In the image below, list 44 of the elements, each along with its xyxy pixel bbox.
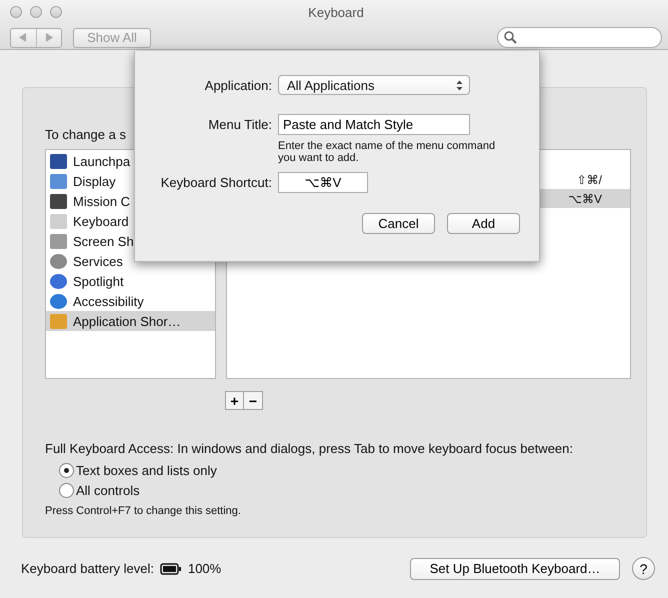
help-button[interactable]: ? [632, 557, 655, 580]
add-button[interactable]: Add [447, 213, 520, 234]
add-button[interactable]: + [225, 391, 244, 410]
search-field[interactable] [497, 27, 662, 48]
category-item[interactable]: Accessibility [46, 291, 215, 311]
search-icon [504, 31, 517, 44]
window-control-button[interactable] [30, 6, 42, 18]
app-icon [50, 294, 67, 308]
app-icon [50, 194, 67, 208]
radio-option[interactable]: All controls [59, 480, 140, 500]
app-icon [50, 234, 67, 248]
field-label: Application: [204, 78, 272, 92]
battery-label: Keyboard battery level: [21, 561, 154, 576]
field-label: Keyboard Shortcut: [160, 175, 272, 190]
field-hint: Enter the exact name of the menu command you want to add. [278, 140, 496, 164]
field-label: Menu Title: [207, 117, 272, 132]
app-icon [50, 214, 67, 228]
window-control-button[interactable] [50, 6, 62, 18]
hint-text: Press Control+F7 to change this setting. [45, 505, 241, 517]
menu-title-field[interactable]: Paste and Match Style [278, 114, 470, 135]
window-control-button[interactable] [10, 6, 22, 18]
category-item[interactable]: Application Shor… [46, 311, 215, 331]
app-icon [50, 174, 67, 188]
shortcut-field[interactable]: ⌥⌘V [278, 172, 368, 193]
remove-button[interactable]: − [244, 391, 263, 410]
app-icon [50, 254, 67, 268]
stepper-arrows-icon [456, 80, 463, 90]
radio-button[interactable] [59, 482, 74, 498]
app-icon [50, 274, 67, 288]
category-item[interactable]: Spotlight [46, 271, 215, 291]
instruction-text: To change a s [45, 127, 126, 142]
keyboard-access-text: Full Keyboard Access: In windows and dialogs, press Tab to move keyboard focus between: [45, 441, 573, 456]
cancel-button[interactable]: Cancel [362, 213, 435, 234]
window-title: Keyboard [308, 4, 364, 20]
application-popup[interactable]: All Applications [278, 75, 470, 95]
bluetooth-setup-button[interactable]: Set Up Bluetooth Keyboard… [410, 558, 620, 580]
app-icon [50, 314, 67, 328]
app-icon [50, 154, 67, 168]
radio-option[interactable]: Text boxes and lists only [59, 460, 217, 480]
forward-icon [44, 33, 53, 42]
radio-button[interactable] [59, 462, 74, 478]
back-icon [19, 33, 28, 42]
battery-icon [160, 562, 182, 574]
battery-reading: 100% [188, 561, 222, 576]
